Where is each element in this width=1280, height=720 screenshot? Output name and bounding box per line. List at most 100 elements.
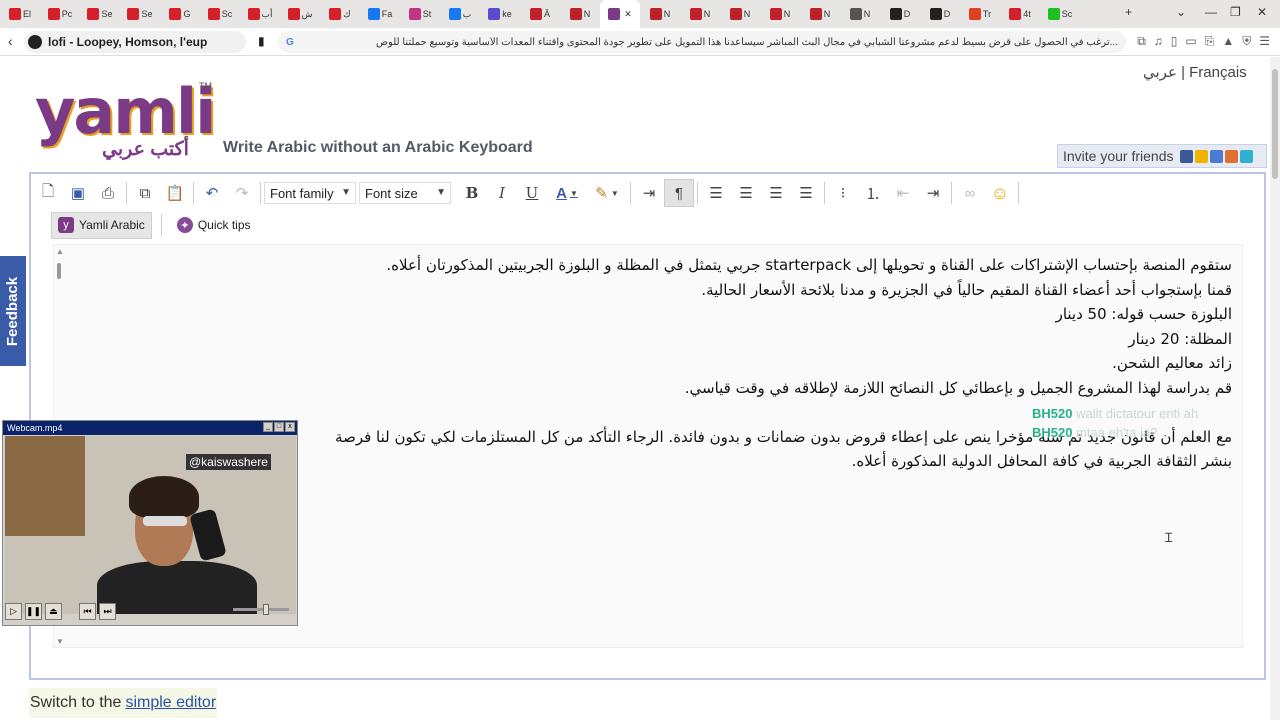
align-right-icon[interactable]: ☰ [761,179,791,207]
scroll-down-icon[interactable]: ▼ [56,637,64,646]
invite-friends[interactable]: Invite your friends [1057,144,1267,168]
browser-tab[interactable]: Sc [200,0,240,28]
close-tab-icon[interactable]: ✕ [624,9,632,20]
menu-icon[interactable]: ☰ [1259,34,1270,49]
facebook-icon[interactable] [1179,149,1193,163]
browser-tab[interactable]: Fa [360,0,400,28]
bookmark-icon[interactable]: ▮ [258,34,265,48]
simple-editor-link[interactable]: simple editor [125,694,216,712]
star-icon[interactable] [1194,149,1208,163]
text-color-button[interactable]: A ▼ [547,179,587,207]
browser-tab[interactable]: N [640,0,680,28]
browser-tab[interactable]: Pc [40,0,80,28]
bullet-list-icon[interactable]: ⁝ [828,179,858,207]
print-icon[interactable]: ⎙ [93,179,123,207]
italic-button[interactable]: I [487,179,517,207]
browser-tab[interactable]: N [760,0,800,28]
browser-tab[interactable]: N [800,0,840,28]
tab-label: Sc [221,9,233,19]
ltr-direction-icon[interactable]: ⇥ [634,179,664,207]
close-window-icon[interactable]: ✕ [1257,5,1267,19]
align-left-icon[interactable]: ☰ [701,179,731,207]
close-icon[interactable]: x [285,422,295,432]
back-icon[interactable]: ‹ [8,33,13,49]
pause-icon[interactable]: ❚❚ [25,602,42,620]
link-icon[interactable]: ∞ [955,179,985,207]
browser-tab[interactable]: ب [440,0,480,28]
shield-icon[interactable]: ⛨ [1242,34,1251,49]
numbered-list-icon[interactable]: ⒈ [858,179,888,207]
browser-tab[interactable]: N [840,0,880,28]
font-size-select[interactable]: Font size ▼ [359,182,451,204]
wallet-icon[interactable]: ▭ [1185,34,1196,49]
url-field[interactable]: G ...ترغب في الحصول على قرض بسيط لدعم مش… [278,31,1126,53]
page-scrollbar[interactable] [1270,57,1280,720]
seek-slider[interactable] [233,604,289,615]
eject-icon[interactable]: ⏏ [45,602,62,620]
vpn-icon[interactable]: ▲ [1222,34,1234,49]
maximize-icon[interactable]: □ [274,422,284,432]
language-links[interactable]: عربي | Français [1143,63,1247,81]
align-center-icon[interactable]: ☰ [731,179,761,207]
page-scrollbar-thumb[interactable] [1272,69,1278,179]
play-icon[interactable]: ▷ [5,602,22,620]
browser-tab[interactable]: D [880,0,920,28]
browser-tab[interactable]: ✕ [600,0,640,28]
browser-tab[interactable]: St [400,0,440,28]
browser-tab[interactable]: ke [480,0,520,28]
browser-tab[interactable]: 4t [1000,0,1040,28]
undo-icon[interactable]: ↶ [197,179,227,207]
browser-tab[interactable]: El [0,0,40,28]
browser-tab[interactable]: N [720,0,760,28]
redo-icon[interactable]: ↷ [227,179,257,207]
browser-tab[interactable]: Â [520,0,560,28]
align-justify-icon[interactable]: ☰ [791,179,821,207]
browser-tab[interactable]: Se [120,0,160,28]
music-icon[interactable]: ♫ [1154,34,1163,49]
puzzle-icon[interactable]: ⧉ [1137,34,1146,49]
outdent-icon[interactable]: ⇤ [888,179,918,207]
sidebar-icon[interactable]: ▯ [1171,34,1178,49]
scroll-up-icon[interactable]: ▲ [56,247,64,256]
tab-search-icon[interactable]: ⌄ [1176,5,1186,19]
underline-button[interactable]: U [517,179,547,207]
indent-icon[interactable]: ⇥ [918,179,948,207]
editor-scrollbar-thumb[interactable] [57,263,61,279]
previous-icon[interactable]: ⏮ [79,602,96,620]
save-icon[interactable]: ▣ [63,179,93,207]
quick-tips-button[interactable]: ✦ Quick tips [171,212,257,239]
new-document-icon[interactable]: 🗋 [33,179,63,207]
browser-tab[interactable]: N [680,0,720,28]
maximize-icon[interactable]: ❐ [1230,5,1241,19]
seek-knob[interactable] [263,604,269,615]
next-icon[interactable]: ⏭ [99,602,116,620]
feedback-tab[interactable]: Feedback [0,256,26,366]
new-tab-button[interactable]: + [1125,5,1132,19]
minimize-icon[interactable]: — [1205,5,1217,19]
chat-invite-icon[interactable] [1239,149,1253,163]
browser-tab[interactable]: Se [80,0,120,28]
browser-tab[interactable]: N [560,0,600,28]
browser-tab[interactable]: ش [280,0,320,28]
browser-tab[interactable]: Sc [1040,0,1080,28]
media-pill[interactable]: lofi - Loopey, Homson, l'eup [24,31,246,53]
browser-tab[interactable]: D [920,0,960,28]
yamli-logo[interactable]: yamli أكتب عربي TM [35,81,216,161]
bold-button[interactable]: B [457,179,487,207]
clipboard-icon[interactable]: ⎘ [1205,34,1215,49]
browser-tab[interactable]: أب [240,0,280,28]
copy-icon[interactable]: ⧉ [130,179,160,207]
rtl-direction-icon[interactable]: ¶ [664,179,694,207]
minimize-icon[interactable]: _ [263,422,273,432]
browser-tab[interactable]: ك [320,0,360,28]
browser-tab[interactable]: Tr [960,0,1000,28]
paste-icon[interactable]: 📋 [160,179,190,207]
google-contacts-icon[interactable] [1209,149,1223,163]
msn-icon[interactable] [1224,149,1238,163]
smiley-icon[interactable]: ☺ [985,179,1015,207]
webcam-titlebar[interactable]: Webcam.mp4 _ □ x [3,421,297,435]
yamli-arabic-toggle[interactable]: y Yamli Arabic [51,211,152,239]
highlight-color-button[interactable]: ✎ ▼ [587,179,627,207]
browser-tab[interactable]: G [160,0,200,28]
font-family-select[interactable]: Font family ▼ [264,182,356,204]
